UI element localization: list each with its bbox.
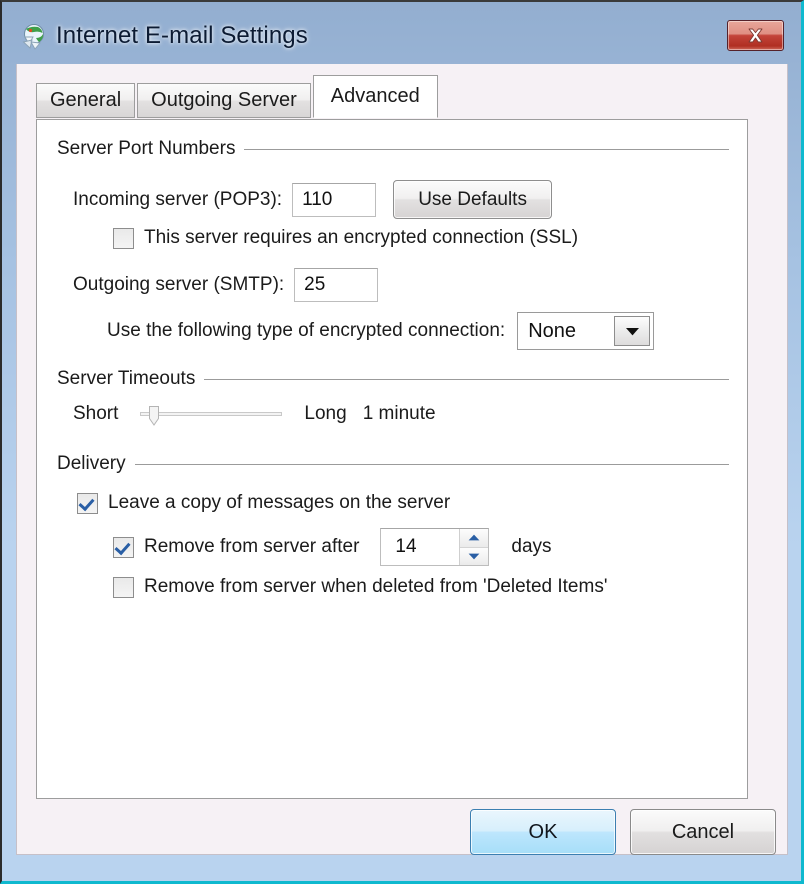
tab-general[interactable]: General [36, 83, 136, 118]
use-defaults-button[interactable]: Use Defaults [393, 180, 553, 219]
outgoing-server-label: Outgoing server (SMTP): [73, 274, 285, 295]
timeout-short-label: Short [73, 403, 119, 424]
row-incoming-server: Incoming server (POP3): 110 Use Defaults [73, 180, 553, 219]
leave-copy-label: Leave a copy of messages on the server [108, 492, 451, 513]
title-bar[interactable]: Internet E-mail Settings [2, 2, 801, 64]
encryption-type-label: Use the following type of encrypted conn… [107, 320, 506, 341]
chevron-down-icon[interactable] [614, 316, 651, 346]
group-delivery: Delivery [57, 453, 729, 475]
remove-after-checkbox[interactable] [113, 536, 134, 558]
remove-deleted-checkbox[interactable] [113, 576, 134, 598]
group-server-port-numbers: Server Port Numbers [57, 138, 729, 160]
remove-after-days-value[interactable]: 14 [381, 529, 459, 565]
window-title: Internet E-mail Settings [56, 22, 308, 49]
ssl-label: This server requires an encrypted connec… [144, 227, 579, 248]
group-server-timeouts: Server Timeouts [57, 368, 729, 390]
group-rule [134, 463, 729, 465]
row-encryption-type: Use the following type of encrypted conn… [107, 312, 655, 350]
dialog-footer: OK Cancel [17, 800, 787, 855]
timeout-long-label: Long [304, 403, 347, 424]
group-title-delivery: Delivery [57, 453, 126, 474]
remove-after-days-stepper[interactable]: 14 [380, 528, 490, 566]
tab-outgoing-server[interactable]: Outgoing Server [137, 83, 311, 118]
group-rule [244, 148, 729, 150]
group-title-server-port-numbers: Server Port Numbers [57, 138, 236, 159]
stepper-down-icon[interactable] [460, 546, 489, 565]
tab-advanced[interactable]: Advanced [312, 75, 438, 118]
row-ssl-checkbox[interactable]: This server requires an encrypted connec… [113, 227, 578, 249]
cancel-button[interactable]: Cancel [630, 809, 776, 855]
timeout-value-label: 1 minute [362, 403, 436, 424]
leave-copy-checkbox[interactable] [77, 492, 98, 514]
remove-after-label: Remove from server after [144, 536, 360, 557]
row-remove-deleted[interactable]: Remove from server when deleted from 'De… [113, 576, 607, 598]
slider-track-line [140, 412, 283, 416]
tab-panel-advanced: Server Port Numbers Incoming server (POP… [36, 119, 748, 799]
stepper-up-icon[interactable] [460, 529, 489, 547]
dialog-window: Internet E-mail Settings General Outgoin… [0, 0, 804, 884]
dialog-client-area: General Outgoing Server Advanced Server … [16, 64, 788, 855]
slider-thumb[interactable] [148, 406, 160, 426]
stepper-buttons [459, 529, 489, 565]
group-title-server-timeouts: Server Timeouts [57, 368, 196, 389]
timeout-slider[interactable] [140, 404, 283, 426]
encryption-type-select[interactable]: None [517, 312, 655, 350]
group-rule [204, 378, 729, 380]
row-leave-copy[interactable]: Leave a copy of messages on the server [77, 492, 450, 514]
encryption-type-value: None [528, 319, 576, 342]
ssl-checkbox[interactable] [113, 227, 134, 249]
incoming-port-input[interactable]: 110 [292, 182, 377, 217]
mail-globe-icon [18, 22, 48, 52]
tab-strip: General Outgoing Server Advanced [36, 75, 438, 118]
close-icon[interactable] [727, 20, 784, 51]
row-outgoing-server: Outgoing server (SMTP): 25 [73, 268, 379, 302]
ok-button[interactable]: OK [470, 809, 616, 855]
incoming-server-label: Incoming server (POP3): [73, 188, 283, 210]
row-remove-after: Remove from server after 14 days [113, 528, 552, 566]
days-label: days [511, 536, 552, 557]
remove-deleted-label: Remove from server when deleted from 'De… [144, 576, 608, 597]
outgoing-port-input[interactable]: 25 [294, 268, 379, 302]
row-server-timeout-slider: Short Long 1 minute [73, 403, 436, 426]
